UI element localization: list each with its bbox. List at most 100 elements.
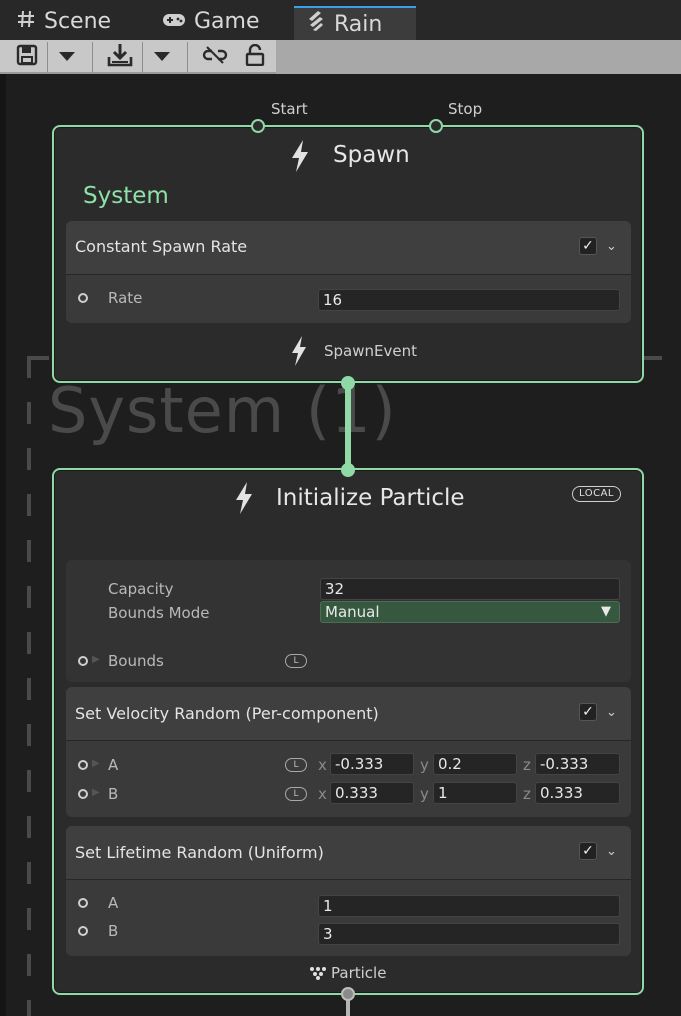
stop-input-label: Stop — [448, 100, 483, 118]
export-icon — [107, 43, 133, 71]
dropdown-arrow-icon: ▼ — [601, 604, 611, 619]
export-dropdown-button[interactable] — [147, 44, 177, 70]
constant-spawn-rate-block[interactable]: Constant Spawn Rate ✓ ⌄ Rate 16 — [66, 221, 631, 323]
bounds-mode-label: Bounds Mode — [108, 604, 210, 622]
lifetime-b-input-port[interactable] — [78, 926, 88, 936]
velocity-a-y-input[interactable]: 0.2 — [433, 753, 517, 775]
toolbar-separator — [187, 42, 188, 72]
system-group-outline — [27, 356, 31, 1016]
velocity-b-y-input[interactable]: 1 — [433, 782, 517, 804]
capacity-label: Capacity — [108, 580, 174, 598]
initialize-node-title: Initialize Particle — [276, 485, 465, 511]
system-label: System — [83, 183, 169, 209]
tab-bar: Scene Game Rain — [0, 0, 681, 40]
flow-connection — [345, 382, 351, 470]
block-enabled-checkbox[interactable]: ✓ — [579, 842, 597, 860]
system-group-outline — [640, 356, 681, 360]
block-title: Set Lifetime Random (Uniform) — [75, 843, 324, 862]
lifetime-a-label: A — [108, 894, 119, 912]
lightning-icon — [233, 481, 255, 519]
save-button[interactable] — [12, 44, 42, 70]
space-local-badge[interactable]: L — [285, 654, 307, 668]
bounds-mode-select[interactable]: Manual ▼ — [320, 601, 620, 623]
tab-label: Game — [194, 9, 260, 34]
axis-z-label: z — [523, 785, 531, 803]
block-header: Set Lifetime Random (Uniform) ✓ ⌄ — [66, 826, 631, 880]
spawn-event-output-port[interactable] — [341, 376, 355, 390]
save-dropdown-button[interactable] — [52, 44, 82, 70]
block-header: Set Velocity Random (Per-component) ✓ ⌄ — [66, 687, 631, 741]
expand-triangle-icon[interactable]: ▶ — [92, 758, 100, 769]
axis-x-label: x — [318, 756, 327, 774]
chevron-down-icon[interactable]: ⌄ — [606, 239, 617, 254]
toolbar-separator — [47, 42, 48, 72]
velocity-b-x-input[interactable]: 0.333 — [330, 782, 414, 804]
lifetime-b-label: B — [108, 922, 119, 940]
capacity-input[interactable]: 32 — [320, 578, 620, 600]
link-toggle-button[interactable] — [200, 44, 230, 70]
axis-z-label: z — [523, 756, 531, 774]
particle-icon — [309, 965, 327, 984]
axis-y-label: y — [420, 785, 429, 803]
chevron-down-icon[interactable]: ⌄ — [606, 705, 617, 720]
velocity-b-label: B — [108, 785, 119, 803]
expand-triangle-icon[interactable]: ▶ — [92, 654, 100, 665]
block-title: Constant Spawn Rate — [75, 237, 248, 256]
space-local-badge[interactable]: L — [285, 787, 307, 801]
start-input-port[interactable] — [251, 119, 265, 133]
initialize-settings-block: Capacity 32 Bounds Mode Manual ▼ ▶ Bound… — [66, 560, 631, 682]
block-header: Constant Spawn Rate ✓ ⌄ — [66, 221, 631, 275]
axis-y-label: y — [420, 756, 429, 774]
vfx-graph-icon — [306, 10, 326, 38]
tab-scene[interactable]: Scene — [16, 3, 111, 40]
rate-label: Rate — [108, 289, 143, 307]
gamepad-icon — [162, 9, 186, 34]
flow-connection — [346, 1000, 350, 1016]
velocity-a-label: A — [108, 756, 119, 774]
particle-output-label: Particle — [331, 964, 387, 982]
space-toggle-badge[interactable]: LOCAL — [572, 486, 621, 502]
bounds-label: Bounds — [108, 652, 164, 670]
lock-button[interactable] — [240, 43, 270, 70]
velocity-a-z-input[interactable]: -0.333 — [535, 753, 620, 775]
export-button[interactable] — [104, 44, 136, 70]
lightning-icon — [289, 335, 309, 371]
spawn-node-title: Spawn — [333, 142, 410, 168]
rate-input[interactable]: 16 — [318, 289, 620, 311]
velocity-b-z-input[interactable]: 0.333 — [535, 782, 620, 804]
lightning-icon — [289, 139, 311, 177]
tab-rain[interactable]: Rain — [294, 6, 416, 40]
block-title: Set Velocity Random (Per-component) — [75, 704, 379, 723]
spawn-event-label: SpawnEvent — [324, 342, 417, 360]
velocity-a-x-input[interactable]: -0.333 — [330, 753, 414, 775]
lifetime-a-input[interactable]: 1 — [318, 895, 620, 917]
particle-output-port[interactable] — [341, 987, 355, 1001]
initialize-input-port[interactable] — [341, 463, 355, 477]
chevron-down-icon — [153, 48, 171, 67]
block-enabled-checkbox[interactable]: ✓ — [579, 703, 597, 721]
velocity-b-input-port[interactable] — [78, 789, 88, 799]
chevron-down-icon[interactable]: ⌄ — [606, 844, 617, 859]
toolbar-separator — [92, 42, 93, 72]
toolbar-empty-area — [276, 40, 681, 74]
hash-icon — [16, 9, 36, 35]
expand-triangle-icon[interactable]: ▶ — [92, 787, 100, 798]
tab-label: Rain — [334, 11, 383, 37]
start-input-label: Start — [271, 100, 308, 118]
tab-game[interactable]: Game — [162, 3, 260, 40]
save-icon — [16, 44, 38, 70]
block-enabled-checkbox[interactable]: ✓ — [579, 237, 597, 255]
velocity-a-input-port[interactable] — [78, 760, 88, 770]
set-lifetime-random-block[interactable]: Set Lifetime Random (Uniform) ✓ ⌄ A 1 B … — [66, 826, 631, 956]
tab-label: Scene — [44, 9, 112, 34]
stop-input-port[interactable] — [429, 119, 443, 133]
bounds-input-port[interactable] — [78, 656, 88, 666]
set-velocity-random-block[interactable]: Set Velocity Random (Per-component) ✓ ⌄ … — [66, 687, 631, 817]
lifetime-a-input-port[interactable] — [78, 898, 88, 908]
bounds-mode-value: Manual — [325, 603, 380, 621]
canvas-left-edge — [0, 74, 6, 1016]
axis-x-label: x — [318, 785, 327, 803]
space-local-badge[interactable]: L — [285, 758, 307, 772]
lifetime-b-input[interactable]: 3 — [318, 923, 620, 945]
rate-input-port[interactable] — [78, 293, 88, 303]
